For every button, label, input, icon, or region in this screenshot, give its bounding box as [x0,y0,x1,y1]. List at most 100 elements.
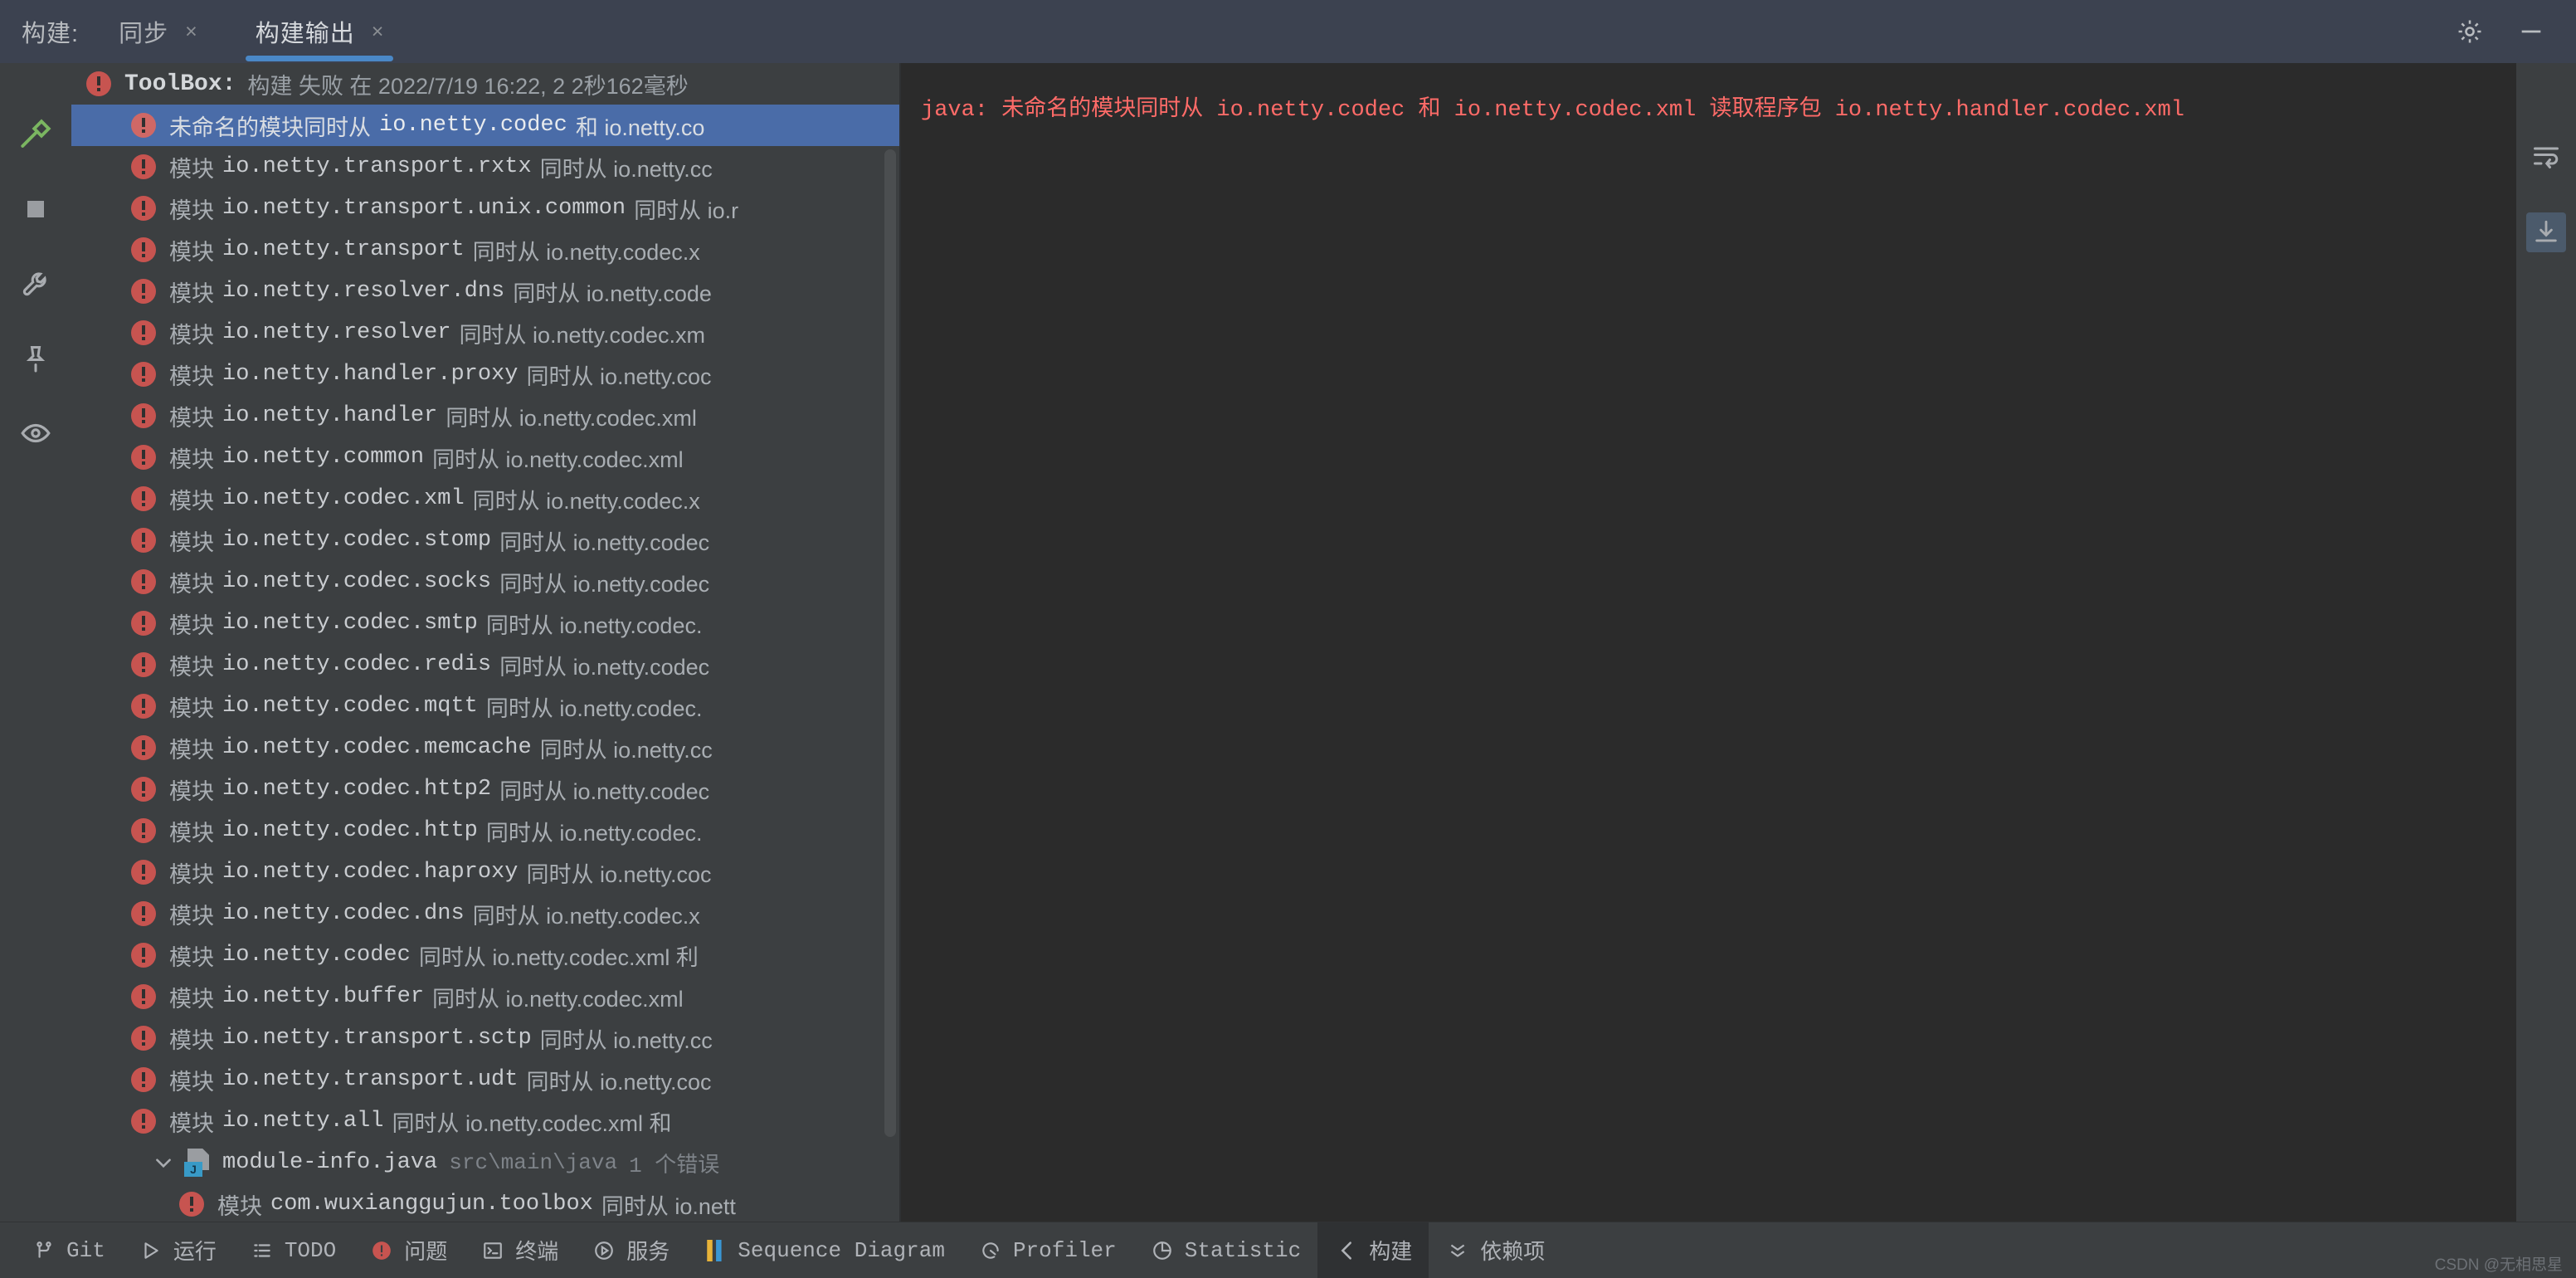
row-module: io.netty.codec [379,113,567,138]
row-prefix: 模块 [169,488,214,514]
file-path-label: src\main\java [449,1150,618,1175]
tree-row[interactable]: 模块 io.netty.codec.http2 同时从 io.netty.cod… [71,768,899,810]
pin-icon[interactable] [16,339,56,378]
tree-row[interactable]: 模块 io.netty.codec.smtp 同时从 io.netty.code… [71,602,899,644]
row-prefix: 模块 [169,612,214,638]
tree-root-row[interactable]: ToolBox: 构建 失败 在 2022/7/19 16:22, 2 2秒16… [71,63,899,105]
build-output-console[interactable]: java: 未命名的模块同时从 io.netty.codec 和 io.nett… [901,63,2516,1222]
row-suffix: 同时从 io.netty.coc [526,861,712,887]
error-icon [131,362,156,387]
services-icon [592,1238,616,1263]
status-item-problems[interactable]: 问题 [353,1222,464,1278]
error-icon [131,818,156,843]
tree-file-node[interactable]: J module-info.java src\main\java 1 个错误 [71,1142,899,1183]
row-prefix: 模块 [169,737,214,763]
tree-row[interactable]: 模块 io.netty.common 同时从 io.netty.codec.xm… [71,437,899,478]
error-icon [131,652,156,677]
tree-row[interactable]: 未命名的模块同时从 io.netty.codec 和 io.netty.co [71,105,899,146]
status-item-git[interactable]: Git [15,1222,122,1278]
tree-row[interactable]: 模块 io.netty.resolver 同时从 io.netty.codec.… [71,312,899,354]
row-module: io.netty.resolver.dns [222,279,505,304]
build-tree[interactable]: ToolBox: 构建 失败 在 2022/7/19 16:22, 2 2秒16… [71,63,899,1222]
tree-row[interactable]: 模块 io.netty.transport.rxtx 同时从 io.netty.… [71,146,899,188]
tree-row[interactable]: 模块 io.netty.resolver.dns 同时从 io.netty.co… [71,271,899,312]
row-module: io.netty.common [222,445,425,470]
status-item-build[interactable]: 构建 [1317,1222,1429,1278]
wrench-icon[interactable] [16,264,56,304]
error-icon [131,694,156,719]
tree-row[interactable]: 模块 io.netty.codec.stomp 同时从 io.netty.cod… [71,519,899,561]
status-item-statistic[interactable]: Statistic [1133,1222,1317,1278]
tree-row[interactable]: 模块 io.netty.transport.udt 同时从 io.netty.c… [71,1059,899,1100]
error-icon [131,486,156,511]
tree-row[interactable]: 模块 io.netty.codec.memcache 同时从 io.netty.… [71,727,899,768]
error-circle-icon [369,1238,394,1263]
tree-row[interactable]: 模块 io.netty.codec.mqtt 同时从 io.netty.code… [71,685,899,727]
tree-row[interactable]: 模块 io.netty.codec.http 同时从 io.netty.code… [71,810,899,851]
tab-sync[interactable]: 同步 × [100,0,216,63]
row-prefix: 模块 [169,405,214,431]
status-item-terminal[interactable]: 终端 [464,1222,575,1278]
row-suffix: 同时从 io.netty.cc [539,156,713,182]
wrap-text-icon[interactable] [2526,136,2566,176]
stop-icon[interactable] [16,189,56,229]
row-module: io.netty.handler.proxy [222,362,519,387]
tab-build-output[interactable]: 构建输出 × [237,0,402,63]
row-prefix: 模块 [169,778,214,804]
error-icon [131,735,156,760]
row-prefix: 模块 [169,1069,214,1095]
row-prefix: 模块 [169,820,214,846]
row-module: io.netty.buffer [222,984,425,1009]
close-icon[interactable]: × [185,21,197,42]
status-item-todo[interactable]: TODO [233,1222,353,1278]
tree-row[interactable]: 模块 io.netty.transport.unix.common 同时从 io… [71,188,899,229]
tree-row[interactable]: 模块 io.netty.all 同时从 io.netty.codec.xml 和 [71,1100,899,1142]
tree-row[interactable]: 模块 com.wuxianggujun.toolbox 同时从 io.nett [71,1183,899,1222]
download-icon[interactable] [2526,212,2566,252]
row-prefix: 模块 [169,363,214,389]
tree-row[interactable]: 模块 io.netty.handler 同时从 io.netty.codec.x… [71,395,899,437]
minimize-icon[interactable] [2515,15,2548,48]
row-prefix: 模块 [169,529,214,555]
eye-icon[interactable] [16,413,56,453]
status-item-run[interactable]: 运行 [122,1222,233,1278]
row-suffix: 同时从 io.netty.codec.xml [446,405,697,431]
git-branch-icon [32,1238,56,1263]
error-icon [179,1192,204,1217]
row-suffix: 同时从 io.netty.codec.xm [459,322,706,348]
row-module: io.netty.handler [222,403,438,428]
gear-icon[interactable] [2453,15,2486,48]
chevron-down-icon[interactable] [151,1150,176,1175]
error-icon [131,1026,156,1051]
tree-row[interactable]: 模块 io.netty.codec.haproxy 同时从 io.netty.c… [71,851,899,893]
row-suffix: 同时从 io.netty.codec [499,571,710,597]
tree-row[interactable]: 模块 io.netty.codec.socks 同时从 io.netty.cod… [71,561,899,602]
tree-scrollbar[interactable] [884,149,896,1137]
row-module: io.netty.codec.mqtt [222,694,478,719]
status-item-label: Git [66,1237,105,1263]
row-prefix: 未命名的模块同时从 [169,115,371,140]
tree-row[interactable]: 模块 io.netty.transport.sctp 同时从 io.netty.… [71,1017,899,1059]
status-item-label: Statistic [1184,1237,1302,1263]
build-hammer-icon[interactable] [16,115,56,154]
tree-row[interactable]: 模块 io.netty.buffer 同时从 io.netty.codec.xm… [71,976,899,1017]
tree-row[interactable]: 模块 io.netty.codec.dns 同时从 io.netty.codec… [71,893,899,934]
watermark-label: CSDN @无相思星 [2434,1256,2563,1274]
status-item-services[interactable]: 服务 [575,1222,686,1278]
tree-row[interactable]: 模块 io.netty.handler.proxy 同时从 io.netty.c… [71,354,899,395]
tree-row[interactable]: 模块 io.netty.transport 同时从 io.netty.codec… [71,229,899,271]
row-module: io.netty.codec.redis [222,652,492,677]
row-module: io.netty.resolver [222,320,451,345]
status-item-sequence-diagram[interactable]: Sequence Diagram [686,1222,962,1278]
tree-row[interactable]: 模块 io.netty.codec.redis 同时从 io.netty.cod… [71,644,899,685]
tree-row[interactable]: 模块 io.netty.codec 同时从 io.netty.codec.xml… [71,934,899,976]
profiler-icon [978,1238,1003,1263]
tree-row[interactable]: 模块 io.netty.codec.xml 同时从 io.netty.codec… [71,478,899,519]
status-item-dependencies[interactable]: 依赖项 [1429,1222,1561,1278]
row-prefix: 模块 [169,861,214,887]
error-icon [131,403,156,428]
status-item-label: 终端 [515,1241,559,1266]
close-icon[interactable]: × [372,21,384,42]
status-item-profiler[interactable]: Profiler [962,1222,1133,1278]
row-suffix: 同时从 io.netty.cc [539,1027,713,1053]
